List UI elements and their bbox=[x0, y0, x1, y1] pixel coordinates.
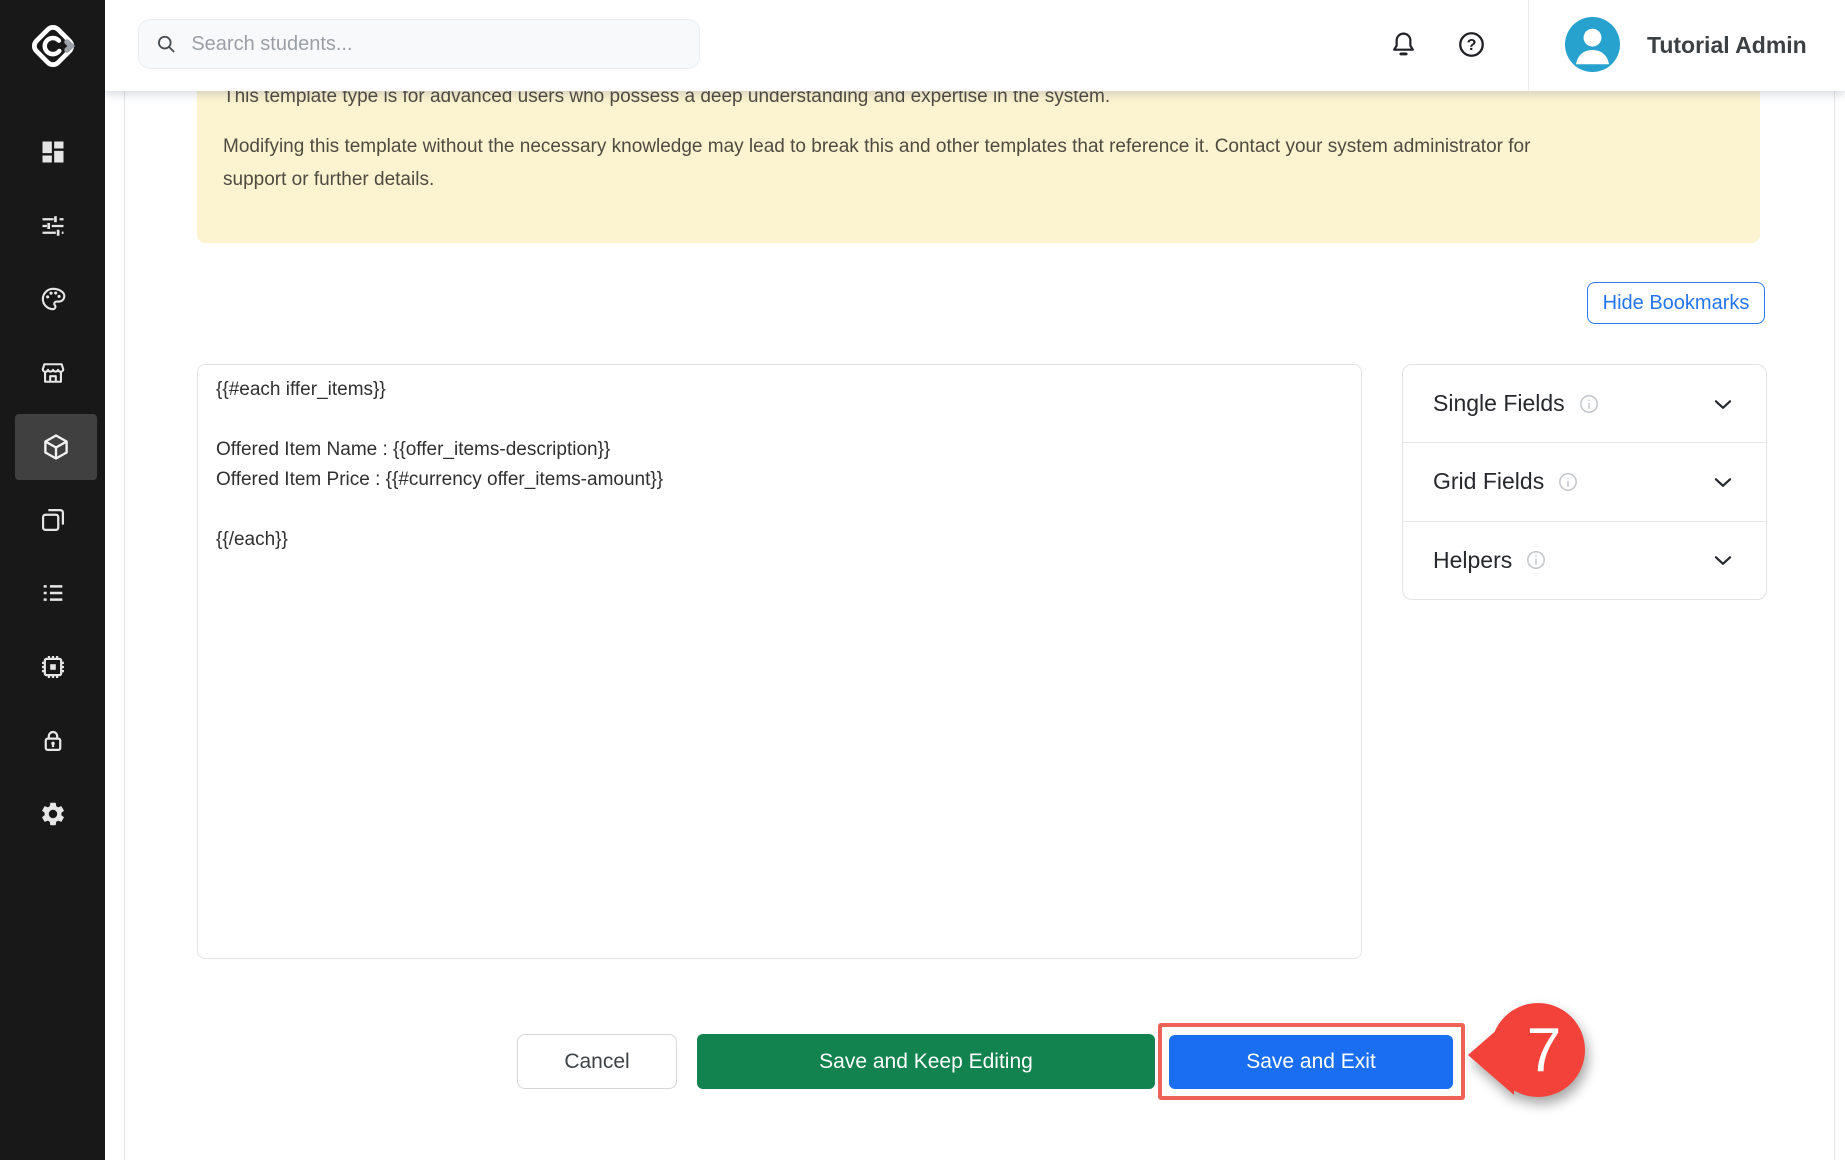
fields-section-label: Single Fields bbox=[1433, 390, 1565, 417]
hide-bookmarks-button[interactable]: Hide Bookmarks bbox=[1587, 282, 1765, 324]
avatar-user-icon bbox=[1565, 17, 1620, 72]
content-panel-right-border bbox=[1834, 91, 1835, 1160]
fields-section-label: Helpers bbox=[1433, 547, 1512, 574]
template-editor-input[interactable]: {{#each iffer_items}} Offered Item Name … bbox=[216, 375, 1343, 948]
sidebar-item-store[interactable] bbox=[0, 340, 105, 406]
help-button[interactable]: ? bbox=[1456, 29, 1487, 65]
sidebar-item-integrations[interactable] bbox=[0, 634, 105, 700]
warning-banner: This template type is for advanced users… bbox=[197, 68, 1760, 243]
sidebar-item-security[interactable] bbox=[0, 708, 105, 774]
search-box bbox=[138, 19, 700, 69]
settings-gear-icon bbox=[39, 800, 67, 828]
save-and-exit-button[interactable]: Save and Exit bbox=[1169, 1035, 1453, 1089]
help-icon: ? bbox=[1456, 29, 1487, 60]
app-screen: ? Tutorial Admin This template type is f… bbox=[0, 0, 1845, 1160]
fields-section-single-fields[interactable]: Single Fields bbox=[1403, 365, 1766, 442]
bell-icon bbox=[1388, 29, 1419, 60]
sidebar-item-configuration[interactable] bbox=[0, 193, 105, 259]
sidebar-item-settings[interactable] bbox=[0, 781, 105, 847]
dashboard-icon bbox=[39, 138, 67, 166]
lock-icon bbox=[39, 727, 67, 755]
top-header: ? Tutorial Admin bbox=[105, 0, 1845, 91]
search-icon bbox=[155, 32, 177, 56]
memory-chip-icon bbox=[39, 653, 67, 681]
user-avatar[interactable] bbox=[1565, 17, 1620, 72]
sidebar-item-lists[interactable] bbox=[0, 560, 105, 626]
info-icon bbox=[1526, 550, 1546, 570]
notifications-button[interactable] bbox=[1388, 29, 1419, 65]
header-divider bbox=[1528, 0, 1529, 91]
annotation-step-number: 7 bbox=[1527, 1016, 1561, 1085]
sidebar-item-appearance[interactable] bbox=[0, 266, 105, 332]
info-icon bbox=[1558, 472, 1578, 492]
fields-section-helpers[interactable]: Helpers bbox=[1403, 521, 1766, 599]
svg-text:?: ? bbox=[1467, 36, 1477, 54]
fields-panel: Single Fields Grid Fields Helpers bbox=[1402, 364, 1767, 600]
fields-section-label: Grid Fields bbox=[1433, 468, 1544, 495]
sidebar-item-templates[interactable] bbox=[15, 414, 97, 480]
storefront-icon bbox=[39, 359, 67, 387]
save-and-keep-editing-button[interactable]: Save and Keep Editing bbox=[697, 1034, 1155, 1089]
chevron-down-icon[interactable] bbox=[1710, 469, 1736, 495]
sidebar-item-collections[interactable] bbox=[0, 487, 105, 553]
package-icon bbox=[41, 432, 71, 462]
info-icon bbox=[1579, 394, 1599, 414]
annotation-step-marker: 7 bbox=[1452, 995, 1612, 1120]
cancel-button[interactable]: Cancel bbox=[517, 1034, 677, 1089]
sidebar bbox=[0, 0, 105, 1160]
collection-icon bbox=[39, 506, 67, 534]
user-name: Tutorial Admin bbox=[1647, 0, 1807, 91]
fields-section-grid-fields[interactable]: Grid Fields bbox=[1403, 442, 1766, 520]
sidebar-item-dashboard[interactable] bbox=[0, 119, 105, 185]
search-input[interactable] bbox=[191, 33, 683, 56]
content-panel-left-border bbox=[124, 91, 125, 1160]
warning-banner-line2: Modifying this template without the nece… bbox=[223, 130, 1568, 196]
template-editor-card: {{#each iffer_items}} Offered Item Name … bbox=[197, 364, 1362, 959]
app-logo-icon bbox=[26, 19, 80, 73]
chevron-down-icon[interactable] bbox=[1710, 547, 1736, 573]
chevron-down-icon[interactable] bbox=[1710, 391, 1736, 417]
tune-icon bbox=[39, 212, 67, 240]
list-icon bbox=[39, 579, 67, 607]
app-logo[interactable] bbox=[0, 0, 105, 91]
palette-icon bbox=[39, 285, 67, 313]
